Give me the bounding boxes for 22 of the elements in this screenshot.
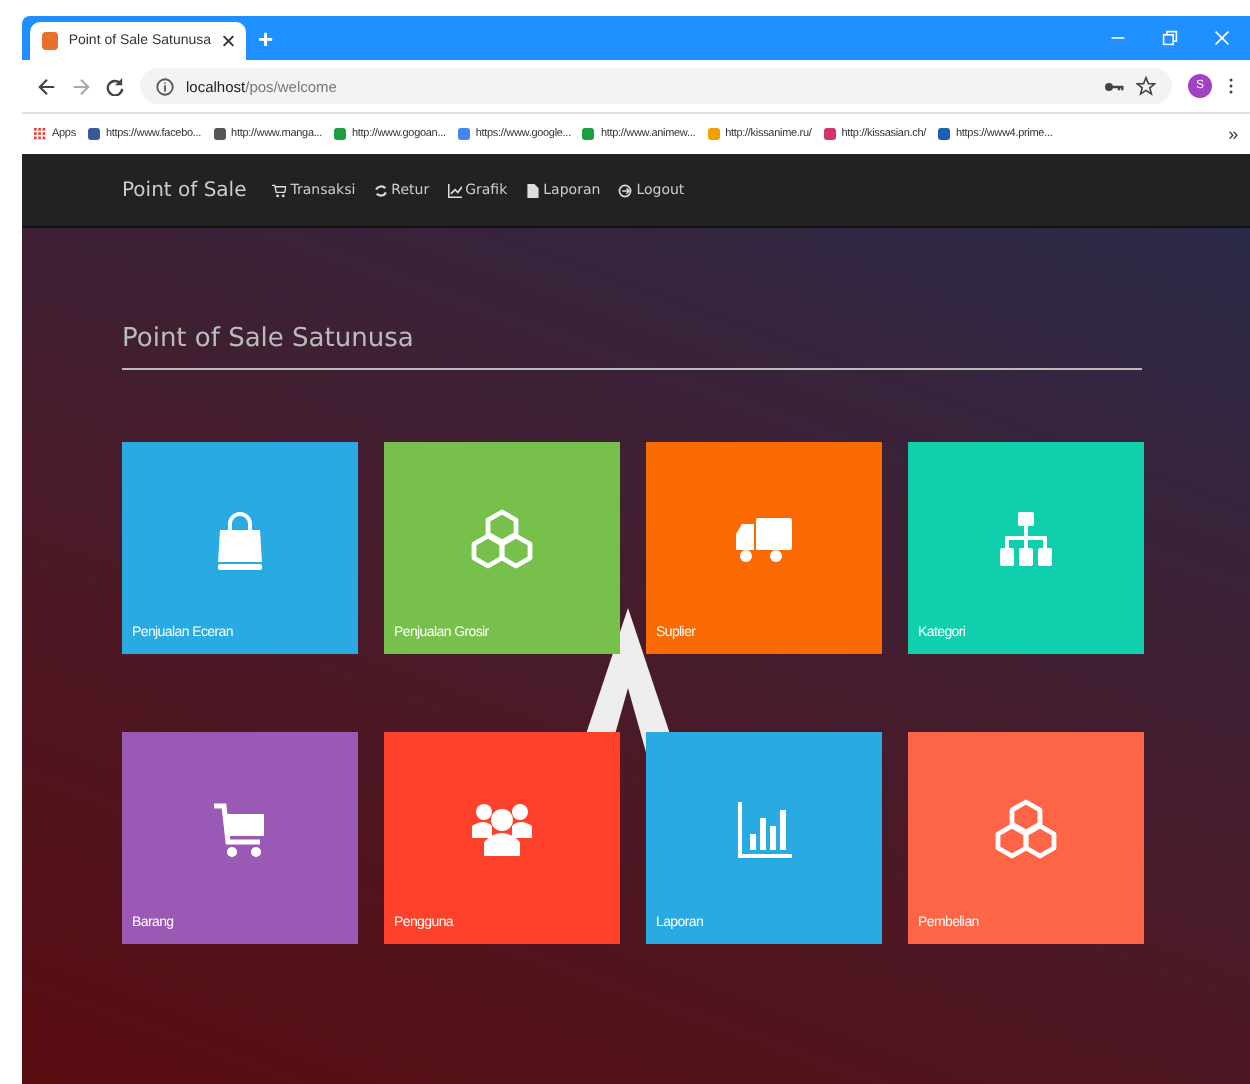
logout-icon — [618, 183, 633, 197]
file-icon — [525, 183, 540, 197]
cubes-icon — [994, 798, 1058, 862]
chart-icon — [732, 798, 796, 862]
menu-icon[interactable] — [1228, 76, 1234, 96]
cubes-icon — [470, 508, 534, 572]
page-heading: Point of Sale Satunusa — [122, 324, 1142, 370]
restore-icon[interactable] — [1162, 30, 1178, 46]
users-icon — [470, 798, 534, 862]
back-icon[interactable] — [38, 77, 56, 95]
info-icon — [156, 77, 174, 95]
cart-icon — [272, 183, 287, 197]
reload-icon[interactable] — [106, 77, 124, 95]
chart-icon — [447, 183, 462, 197]
sitemap-icon — [994, 508, 1058, 572]
star-icon[interactable] — [1136, 76, 1156, 96]
key-icon[interactable] — [1104, 79, 1124, 93]
brand-link[interactable]: Point of Sale — [122, 179, 247, 201]
close-icon[interactable] — [221, 34, 234, 48]
refresh-icon — [373, 183, 388, 197]
more-bookmarks-button[interactable]: » — [1228, 124, 1238, 144]
app-logo-icon — [42, 32, 59, 50]
